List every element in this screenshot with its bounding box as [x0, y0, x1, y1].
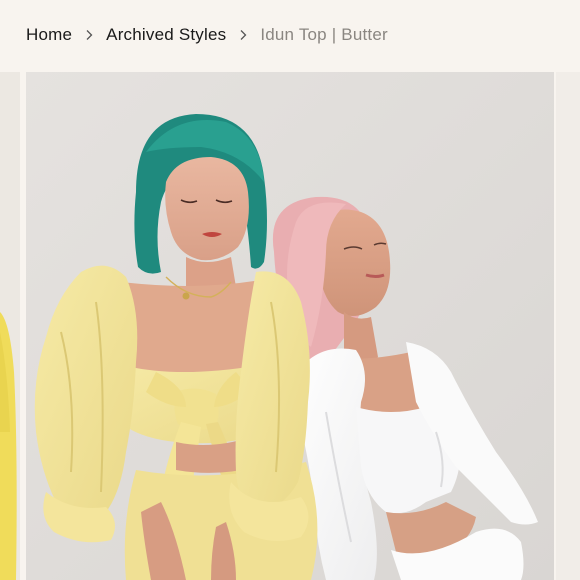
next-slide-image[interactable]	[556, 72, 580, 580]
product-page: Home Archived Styles Idun Top | Butter	[0, 0, 580, 580]
previous-slide-image[interactable]	[0, 72, 20, 580]
breadcrumb-home-link[interactable]: Home	[26, 25, 72, 45]
chevron-right-icon	[72, 22, 106, 48]
product-photo-two-models[interactable]	[26, 72, 554, 580]
breadcrumb: Home Archived Styles Idun Top | Butter	[26, 22, 388, 48]
chevron-right-icon	[226, 22, 260, 48]
breadcrumb-current-page: Idun Top | Butter	[260, 25, 388, 44]
product-image-gallery[interactable]	[0, 72, 580, 580]
breadcrumb-archived-styles-link[interactable]: Archived Styles	[106, 25, 226, 45]
